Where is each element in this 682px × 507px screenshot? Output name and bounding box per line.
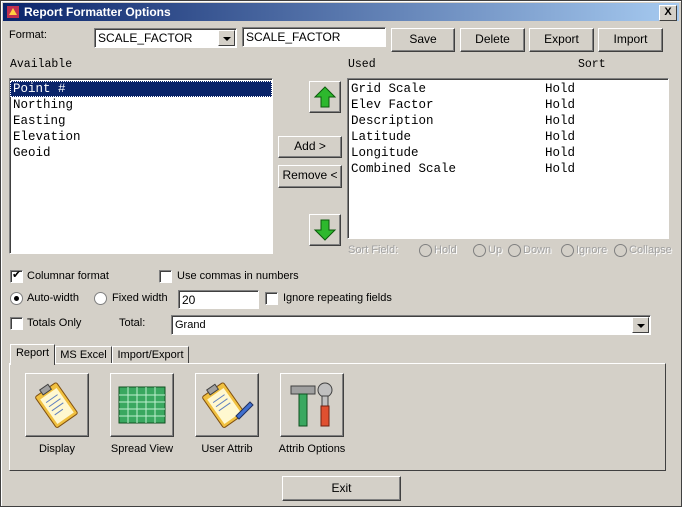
attrib-options-button[interactable] <box>280 373 344 437</box>
chevron-down-icon[interactable] <box>632 317 649 333</box>
total-label: Total: <box>119 317 146 329</box>
close-button[interactable]: X <box>659 5 677 21</box>
auto-width-radio[interactable] <box>10 292 23 305</box>
format-name-value: SCALE_FACTOR <box>246 30 341 44</box>
delete-button[interactable]: Delete <box>460 28 525 52</box>
user-attrib-button[interactable] <box>195 373 259 437</box>
used-field-name: Longitude <box>351 146 419 160</box>
move-down-button[interactable] <box>309 214 341 246</box>
attrib-options-label: Attrib Options <box>278 443 346 455</box>
hammer-wrench-icon <box>290 382 333 427</box>
used-field-name: Combined Scale <box>351 162 457 176</box>
total-combo-value: Grand <box>175 319 206 331</box>
export-button[interactable]: Export <box>529 28 594 52</box>
report-formatter-window: Report Formatter Options X Format: SCALE… <box>0 0 682 507</box>
tab-ms-excel[interactable]: MS Excel <box>55 346 112 364</box>
columnar-format-label: Columnar format <box>27 270 109 282</box>
spread-view-label: Spread View <box>110 443 174 455</box>
table-row[interactable]: Longitude Hold <box>351 145 668 161</box>
fixed-width-radio[interactable] <box>94 292 107 305</box>
display-label: Display <box>38 443 76 455</box>
ignore-repeating-checkbox[interactable] <box>265 292 278 305</box>
tab-import-export[interactable]: Import/Export <box>112 346 189 364</box>
spreadsheet-icon <box>118 386 166 424</box>
used-field-sort: Hold <box>545 82 576 96</box>
list-item[interactable]: Elevation <box>10 129 272 145</box>
auto-width-label: Auto-width <box>27 292 79 304</box>
fixed-width-label: Fixed width <box>112 292 168 304</box>
columnar-format-checkbox[interactable] <box>10 268 23 283</box>
table-row[interactable]: Elev Factor Hold <box>351 97 668 113</box>
import-button[interactable]: Import <box>598 28 663 52</box>
used-field-sort: Hold <box>545 98 576 112</box>
sort-hold-label: Hold <box>434 244 457 256</box>
list-item[interactable]: Point # <box>10 81 272 97</box>
sort-ignore-radio[interactable] <box>561 244 574 257</box>
add-button[interactable]: Add > <box>278 136 342 158</box>
move-up-button[interactable] <box>309 81 341 113</box>
ignore-repeating-label: Ignore repeating fields <box>283 292 392 304</box>
format-combo-value: SCALE_FACTOR <box>98 31 193 45</box>
used-field-name: Latitude <box>351 130 412 144</box>
used-field-sort: Hold <box>545 146 576 160</box>
spread-view-button[interactable] <box>110 373 174 437</box>
clipboard-icon <box>35 382 78 428</box>
list-item[interactable]: Geoid <box>10 145 272 161</box>
exit-button[interactable]: Exit <box>282 476 401 501</box>
format-combo[interactable]: SCALE_FACTOR <box>94 28 237 48</box>
sort-collapse-label: Collapse <box>629 244 672 256</box>
window-title: Report Formatter Options <box>24 5 171 19</box>
table-row[interactable]: Description Hold <box>351 113 668 129</box>
width-value: 20 <box>182 293 196 307</box>
sort-up-label: Up <box>488 244 503 256</box>
used-field-sort: Hold <box>545 162 576 176</box>
sort-down-label: Down <box>523 244 552 256</box>
list-item[interactable]: Northing <box>10 97 272 113</box>
sort-down-radio[interactable] <box>508 244 521 257</box>
used-field-sort: Hold <box>545 130 576 144</box>
format-label: Format: <box>9 29 47 41</box>
display-button[interactable] <box>25 373 89 437</box>
sort-hold-radio[interactable] <box>419 244 432 257</box>
user-attrib-label: User Attrib <box>201 443 253 455</box>
used-list[interactable]: Grid Scale Hold Elev Factor Hold Description… <box>347 78 669 239</box>
tab-report[interactable]: Report <box>10 344 55 365</box>
app-icon <box>7 6 19 18</box>
format-name-input[interactable]: SCALE_FACTOR <box>242 27 386 47</box>
used-field-name: Description <box>351 114 434 128</box>
clipboard-pencil-icon <box>202 382 254 428</box>
width-input[interactable]: 20 <box>178 290 259 309</box>
chevron-down-icon[interactable] <box>218 30 235 46</box>
sort-ignore-label: Ignore <box>576 244 608 256</box>
total-combo[interactable]: Grand <box>171 315 651 335</box>
sort-field-label: Sort Field: <box>348 244 399 256</box>
use-commas-checkbox[interactable] <box>159 270 172 283</box>
available-label: Available <box>10 58 73 71</box>
table-row[interactable]: Grid Scale Hold <box>351 81 668 97</box>
sort-column-label: Sort <box>578 58 606 71</box>
sort-up-radio[interactable] <box>473 244 486 257</box>
available-list[interactable]: Point # Northing Easting Elevation Geoid <box>9 78 273 254</box>
used-field-sort: Hold <box>545 114 576 128</box>
table-row[interactable]: Combined Scale Hold <box>351 161 668 177</box>
arrow-down-icon <box>313 219 337 241</box>
used-label: Used <box>348 58 376 71</box>
used-field-name: Grid Scale <box>351 82 427 96</box>
list-item[interactable]: Easting <box>10 113 272 129</box>
arrow-up-icon <box>313 86 337 108</box>
totals-only-checkbox[interactable] <box>10 317 23 330</box>
save-button[interactable]: Save <box>391 28 455 52</box>
remove-button[interactable]: Remove < <box>278 165 342 188</box>
totals-only-label: Totals Only <box>27 317 82 329</box>
table-row[interactable]: Latitude Hold <box>351 129 668 145</box>
sort-collapse-radio[interactable] <box>614 244 627 257</box>
title-bar[interactable]: Report Formatter Options X <box>3 3 679 21</box>
use-commas-label: Use commas in numbers <box>177 270 299 282</box>
used-field-name: Elev Factor <box>351 98 434 112</box>
